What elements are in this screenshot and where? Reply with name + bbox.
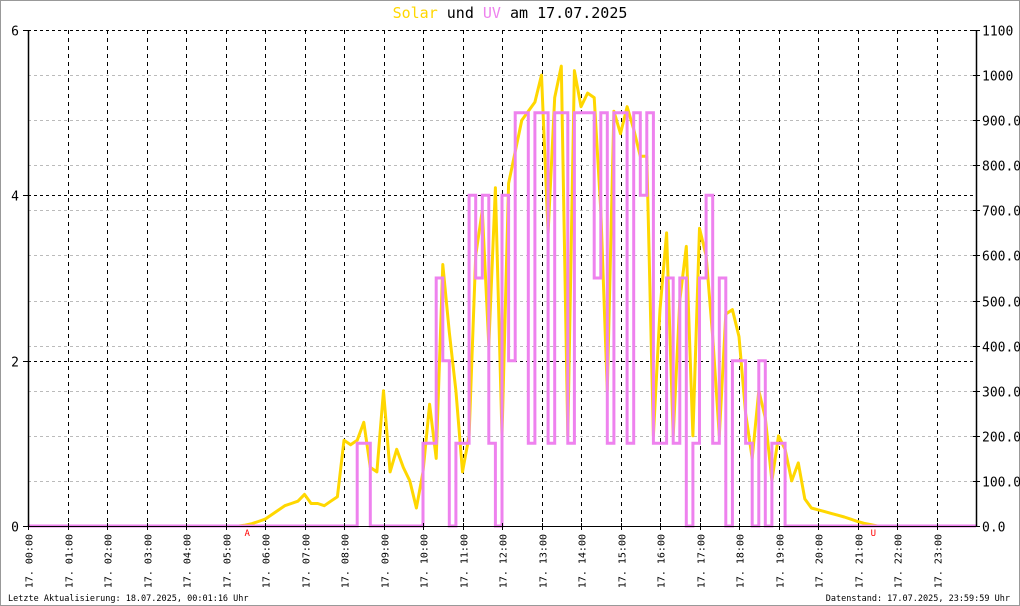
x-tick-label: 17. 17:00	[697, 534, 708, 588]
x-tick-label: 17. 18:00	[736, 534, 747, 588]
right-tick-label: 600.0	[982, 250, 1020, 265]
right-tick-label: 300.0	[982, 386, 1020, 401]
right-tick-label: 800.0	[982, 160, 1020, 175]
chart-title: Solar und UV am 17.07.2025	[393, 4, 628, 22]
title-uv: UV	[483, 4, 501, 22]
x-tick-label: 17. 02:00	[104, 534, 115, 588]
sun-marker-a: A	[245, 529, 251, 539]
right-tick-label: 0.0	[982, 521, 1005, 536]
x-tick-label: 17. 04:00	[183, 534, 194, 588]
right-tick-label: 500.0	[982, 296, 1020, 311]
right-tick-label: 1000	[982, 70, 1013, 85]
title-und: und	[438, 4, 483, 22]
right-tick-label: 900.0	[982, 115, 1020, 130]
left-tick-label: 2	[11, 356, 19, 371]
data-state-text: Datenstand: 17.07.2025, 23:59:59 Uhr	[826, 594, 1010, 604]
x-tick-label: 17. 08:00	[341, 534, 352, 588]
title-solar: Solar	[393, 4, 438, 22]
x-tick-label: 17. 07:00	[302, 534, 313, 588]
right-tick-label: 400.0	[982, 341, 1020, 356]
left-tick-label: 4	[11, 190, 19, 205]
x-tick-label: 17. 19:00	[776, 534, 787, 588]
x-tick-label: 17. 00:00	[25, 534, 36, 588]
x-tick-label: 17. 06:00	[262, 534, 273, 588]
title-date: am 17.07.2025	[501, 4, 627, 22]
left-tick-label: 0	[11, 521, 19, 536]
x-tick-label: 17. 05:00	[223, 534, 234, 588]
last-update-text: Letzte Aktualisierung: 18.07.2025, 00:01…	[8, 594, 249, 604]
x-tick-label: 17. 23:00	[934, 534, 945, 588]
x-tick-label: 17. 16:00	[657, 534, 668, 588]
right-tick-label: 200.0	[982, 431, 1020, 446]
right-tick-label: 100.0	[982, 476, 1020, 491]
x-tick-label: 17. 13:00	[539, 534, 550, 588]
x-tick-label: 17. 11:00	[460, 534, 471, 588]
left-tick-label: 6	[11, 25, 19, 40]
right-tick-label: 1100	[982, 25, 1013, 40]
x-tick-label: 17. 22:00	[894, 534, 905, 588]
x-tick-label: 17. 21:00	[855, 534, 866, 588]
x-tick-label: 17. 14:00	[578, 534, 589, 588]
x-tick-label: 17. 09:00	[381, 534, 392, 588]
x-tick-label: 17. 10:00	[420, 534, 431, 588]
sun-marker-u: U	[871, 529, 876, 539]
x-tick-label: 17. 20:00	[815, 534, 826, 588]
solar-uv-chart: 0.0 100.0 200.0 300.0 400.0 500.0 600.0 700.0 80…	[0, 0, 1020, 606]
chart-container: 0.0 100.0 200.0 300.0 400.0 500.0 600.0 700.0 80…	[0, 0, 1020, 606]
x-tick-label: 17. 03:00	[144, 534, 155, 588]
x-tick-label: 17. 12:00	[499, 534, 510, 588]
right-tick-label: 700.0	[982, 205, 1020, 220]
x-tick-label: 17. 01:00	[65, 534, 76, 588]
x-tick-label: 17. 15:00	[618, 534, 629, 588]
